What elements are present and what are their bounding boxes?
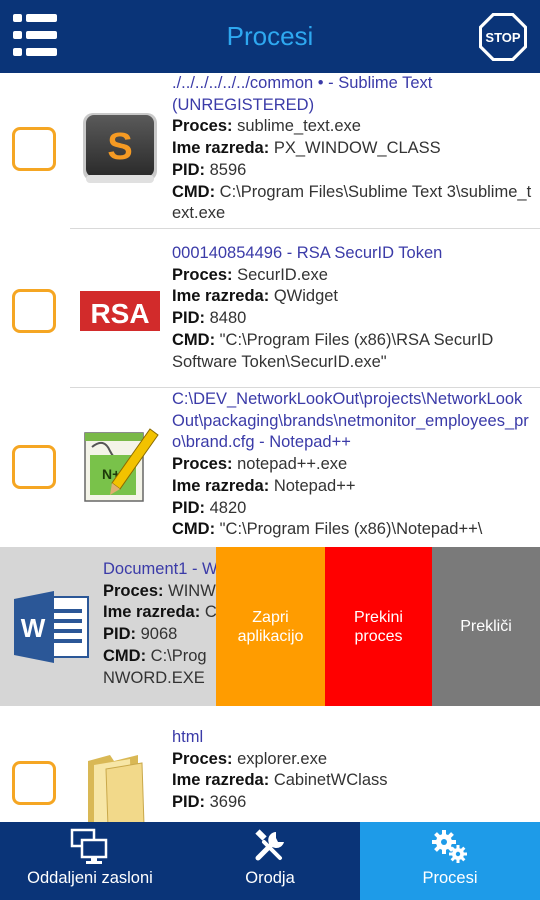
cmd-value: C:\Program Files\Sublime Text 3\sublime_… <box>172 182 532 223</box>
cancel-button[interactable]: Prekliči <box>432 547 540 706</box>
kill-process-button[interactable]: Prekini proces <box>325 547 432 706</box>
class-name: Notepad++ <box>273 476 356 495</box>
select-checkbox[interactable] <box>12 761 56 805</box>
cmd-value: "C:\Program Files (x86)\RSA SecurID Soft… <box>172 330 494 371</box>
window-title: ./../../../../../common • - Sublime Text… <box>172 74 433 114</box>
class-name: CabinetWClass <box>273 771 388 790</box>
list-item[interactable]: html Proces: explorer.exe Ime razreda: C… <box>0 727 540 822</box>
folder-icon <box>88 755 145 822</box>
tab-remote-screens[interactable]: Oddaljeni zasloni <box>0 822 180 900</box>
notepad-plus-plus-icon: N++ <box>84 428 159 502</box>
swiped-list-item[interactable]: W Document1 - W Proces: WINW Ime razreda… <box>0 547 540 706</box>
window-title: 000140854496 - RSA SecurID Token <box>172 244 443 262</box>
tools-icon <box>255 829 284 861</box>
window-title: C:\DEV_NetworkLookOut\projects\NetworkLo… <box>172 390 529 452</box>
svg-text:W: W <box>21 613 46 643</box>
stop-label: STOP <box>485 30 520 45</box>
tab-tools[interactable]: Orodja <box>180 822 360 900</box>
pid-value: 8596 <box>209 160 247 179</box>
pid-value: 3696 <box>209 793 247 812</box>
tab-processes[interactable]: Procesi <box>360 822 540 900</box>
divider <box>70 228 540 229</box>
pid-value: 8480 <box>209 309 247 328</box>
pid-value: 4820 <box>209 498 247 517</box>
stop-button[interactable]: STOP <box>477 11 529 63</box>
app-header: Procesi STOP <box>0 0 540 73</box>
process-name: notepad++.exe <box>237 455 348 474</box>
pid-value: 9068 <box>140 625 178 644</box>
select-checkbox[interactable] <box>12 289 56 333</box>
svg-text:RSA: RSA <box>90 298 149 329</box>
cmd-value: "C:\Program Files (x86)\Notepad++\ <box>219 520 483 539</box>
class-name: C <box>204 603 217 622</box>
list-item[interactable]: N++ C:\DEV_NetworkLookOut\projects\Netwo… <box>0 389 540 549</box>
gears-icon <box>432 830 467 863</box>
list-item[interactable]: S ./../../../../../common • - Sublime Te… <box>0 73 540 229</box>
page-title: Procesi <box>226 21 314 51</box>
cmd-value: C:\Prog <box>150 646 207 665</box>
divider <box>70 387 540 388</box>
sublime-text-icon: S <box>83 113 157 183</box>
process-name: explorer.exe <box>237 749 328 768</box>
process-name: SecurID.exe <box>237 265 328 284</box>
process-list: S ./../../../../../common • - Sublime Te… <box>0 73 540 822</box>
window-title: html <box>172 728 204 746</box>
class-name: PX_WINDOW_CLASS <box>273 139 441 158</box>
close-app-button[interactable]: Zapri aplikacijo <box>216 547 325 706</box>
select-checkbox[interactable] <box>12 127 56 171</box>
svg-text:S: S <box>107 126 132 168</box>
list-item[interactable]: RSA 000140854496 - RSA SecurID Token Pro… <box>0 231 540 388</box>
monitors-icon <box>70 828 108 864</box>
bottom-nav: Oddaljeni zasloni Orodja Procesi <box>0 822 540 900</box>
process-name: WINW <box>168 581 216 600</box>
select-checkbox[interactable] <box>12 445 56 489</box>
class-name: QWidget <box>273 287 338 306</box>
word-icon: W <box>14 591 89 663</box>
process-name: sublime_text.exe <box>237 117 361 136</box>
rsa-icon: RSA <box>80 291 160 331</box>
